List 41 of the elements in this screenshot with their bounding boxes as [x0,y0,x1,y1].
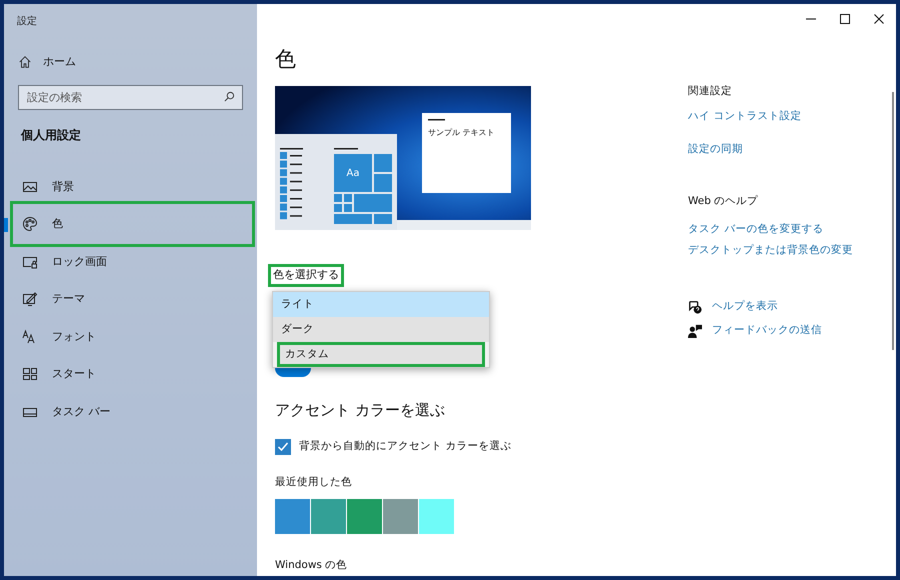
dropdown-option[interactable]: カスタム [277,342,485,367]
color-swatch[interactable] [275,498,310,534]
home-icon [18,55,32,69]
color-swatch[interactable] [347,498,382,534]
web-help-heading: Web のヘルプ [688,194,760,210]
help-link[interactable]: タスク バーの色を変更する [688,222,872,238]
windows-colors-label: Windows の色 [275,558,348,573]
brush-monitor-icon [22,291,38,308]
help-link[interactable]: デスクトップまたは背景色の変更 [688,242,872,258]
support-link[interactable]: フィードバックの送信 [688,318,872,342]
support-link[interactable]: ヘルプを表示 [688,294,872,318]
recent-colors-label: 最近使用した色 [275,475,353,490]
checkmark-icon [277,441,289,453]
feedback-person-icon [688,324,702,338]
checkbox[interactable] [275,439,291,455]
accent-heading: アクセント カラーを選ぶ [275,400,446,420]
start-tiles-icon [22,366,38,382]
close-icon [874,14,884,24]
sample-text: サンプル テキスト [428,127,495,139]
color-swatch[interactable] [419,498,454,534]
color-swatch[interactable] [311,498,346,534]
maximize-icon [840,14,850,24]
related-heading: 関連設定 [688,84,733,99]
related-link[interactable]: 設定の同期 [688,142,872,158]
home-nav-item[interactable]: ホーム [4,44,257,80]
color-select-label: 色を選択する [268,264,344,286]
section-heading: 個人用設定 [20,127,82,144]
page-title: 色 [275,46,297,73]
checkbox-label: 背景から自動的にアクセント カラーを選ぶ [299,439,512,454]
tile-text: Aa [346,167,360,181]
color-swatch[interactable] [383,498,418,534]
dropdown-option[interactable]: ダーク [273,317,489,342]
related-link[interactable]: ハイ コントラスト設定 [688,108,872,124]
scrollbar[interactable] [892,92,894,350]
palette-icon [22,216,38,232]
window-title: 設定 [16,14,38,29]
search-field[interactable]: 設定の検索 [18,85,243,110]
dropdown-option[interactable]: ライト [273,292,489,317]
help-chat-icon [688,300,702,314]
search-icon [224,91,235,102]
minimize-icon [806,18,816,20]
